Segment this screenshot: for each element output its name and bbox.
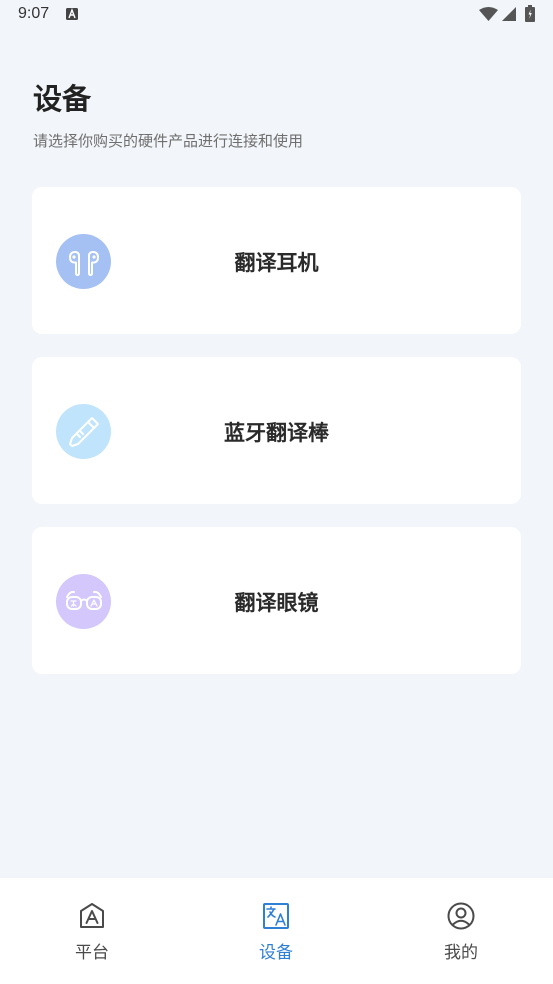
signal-icon — [502, 7, 516, 21]
device-card-glasses[interactable]: 翻译眼镜 — [32, 527, 521, 674]
nav-label: 我的 — [444, 943, 478, 963]
device-label: 翻译耳机 — [234, 251, 319, 275]
notification-a-icon — [66, 8, 78, 20]
device-card-earbuds[interactable]: 翻译耳机 — [32, 187, 521, 334]
bottom-nav: 平台 设备 我的 — [0, 878, 553, 984]
nav-tab-device[interactable]: 设备 — [184, 878, 368, 984]
nav-tab-profile[interactable]: 我的 — [369, 878, 553, 984]
page-title: 设备 — [33, 82, 92, 116]
status-bar: 9:07 — [0, 0, 553, 30]
nav-tab-platform[interactable]: 平台 — [0, 878, 184, 984]
status-time: 9:07 — [18, 5, 50, 22]
platform-icon — [80, 903, 104, 928]
battery-icon — [525, 5, 535, 22]
device-label: 蓝牙翻译棒 — [224, 421, 329, 445]
page-subtitle: 请选择你购买的硬件产品进行连接和使用 — [33, 132, 304, 150]
device-card-translator-pen[interactable]: 蓝牙翻译棒 — [32, 357, 521, 504]
nav-label: 平台 — [75, 943, 109, 963]
nav-label: 设备 — [259, 943, 293, 963]
device-label: 翻译眼镜 — [234, 591, 319, 615]
wifi-icon — [479, 7, 498, 21]
translate-device-icon — [263, 903, 289, 929]
profile-icon — [447, 902, 475, 930]
